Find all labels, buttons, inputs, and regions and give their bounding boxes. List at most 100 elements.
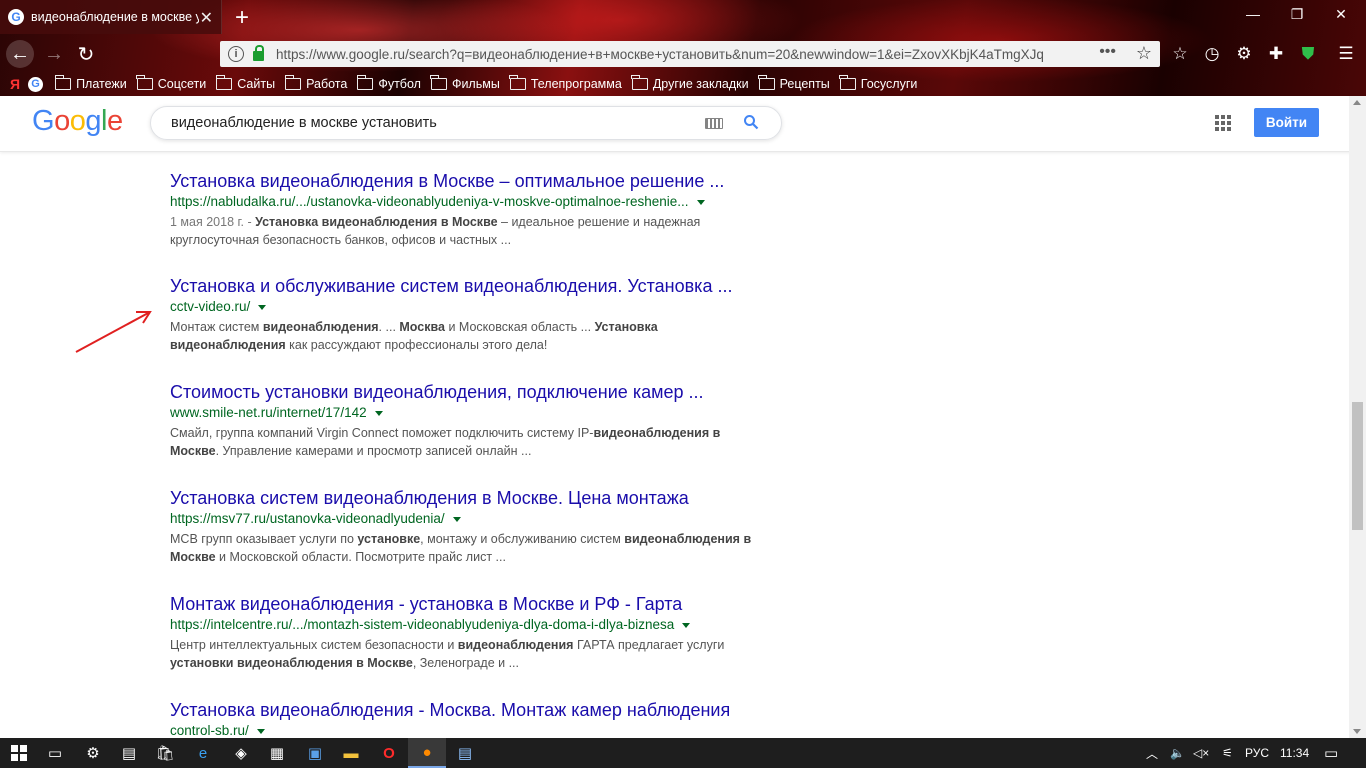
scroll-up-icon[interactable] [1353,100,1361,105]
calculator-icon[interactable]: ▦ [258,738,296,768]
bookmark-label: Работа [306,77,348,91]
menu-icon[interactable]: ☰ [1334,42,1358,66]
bookmark-folder[interactable]: Другие закладки [631,75,749,91]
search-input[interactable]: видеонаблюдение в москве установить [150,106,782,140]
bookmark-folder[interactable]: Работа [284,75,348,91]
bookmark-label: Платежи [76,77,127,91]
yandex-icon[interactable]: Я [10,76,20,92]
result-title-link[interactable]: Монтаж видеонаблюдения - установка в Мос… [170,593,770,615]
result-url-text[interactable]: https://intelcentre.ru/.../montazh-siste… [170,617,674,633]
bookmark-folder[interactable]: Фильмы [430,75,500,91]
result-url: www.smile-net.ru/internet/17/142 [170,405,770,421]
opera-icon[interactable]: O [370,738,408,768]
result-url-text[interactable]: https://msv77.ru/ustanovka-videonadlyude… [170,511,445,527]
notifications-icon[interactable]: ▭ [1324,738,1338,768]
result-url-text[interactable]: control-sb.ru/ [170,723,249,739]
browser-tab[interactable]: G видеонаблюдение в москве у ✕ [0,0,222,34]
network-icon[interactable]: ⚟ [1222,738,1233,768]
sign-in-button[interactable]: Войти [1254,108,1319,137]
bookmark-folder[interactable]: Госуслуги [839,75,918,91]
result-snippet: Монтаж систем видеонаблюдения. ... Москв… [170,320,658,352]
caret-down-icon[interactable] [256,728,265,734]
bookmark-label: Рецепты [779,77,830,91]
start-button[interactable] [0,738,38,768]
bookmarks-bar: Я G Платежи Соцсети Сайты Работа Футбол Фильм… [0,72,1366,96]
folder-icon [136,75,153,90]
app-icon[interactable]: ◈ [222,738,260,768]
settings-icon[interactable]: ⚙ [74,738,112,768]
volume-icon[interactable]: ◁× [1193,738,1209,768]
caret-down-icon[interactable] [682,622,691,628]
task-view-icon[interactable]: ▭ [36,738,74,768]
result-title-link[interactable]: Установка и обслуживание систем видеонаб… [170,275,770,297]
forward-button[interactable]: → [40,40,68,68]
back-button[interactable]: ← [6,40,34,68]
browser-chrome: G видеонаблюдение в москве у ✕ + — ❐ ✕ ←… [0,0,1366,96]
maximize-icon[interactable]: ❐ [1274,6,1320,23]
result-title-link[interactable]: Стоимость установки видеонаблюдения, под… [170,381,770,403]
result-url-text[interactable]: https://nabludalka.ru/.../ustanovka-vide… [170,194,689,210]
url-text[interactable]: https://www.google.ru/search?q=видеонабл… [276,47,1086,62]
result-url-text[interactable]: cctv-video.ru/ [170,299,250,315]
bookmarks-icon[interactable]: ☆ [1168,42,1192,66]
firefox-icon[interactable]: ● [408,738,446,768]
folder-icon [54,75,72,90]
settings-gear-icon[interactable]: ⚙ [1232,42,1256,66]
search-result: Установка и обслуживание систем видеонаб… [170,275,770,354]
vertical-scrollbar[interactable] [1349,96,1366,738]
google-favicon-icon: G [8,9,24,25]
bookmark-folder[interactable]: Соцсети [136,75,206,91]
caret-down-icon[interactable] [696,199,705,205]
bookmark-folder[interactable]: Платежи [54,75,127,91]
bookmark-folder[interactable]: Рецепты [758,75,830,91]
bookmark-label: Футбол [378,77,421,91]
google-bookmark-icon[interactable]: G [28,76,44,92]
bookmark-star-icon[interactable]: ☆ [1136,43,1152,64]
scroll-down-icon[interactable] [1353,729,1361,734]
caret-down-icon[interactable] [374,410,383,416]
bookmark-folder[interactable]: Сайты [215,75,276,91]
result-url: cctv-video.ru/ [170,299,770,315]
result-title-link[interactable]: Установка видеонаблюдения - Москва. Монт… [170,699,770,721]
history-icon[interactable]: ◷ [1200,42,1224,66]
extensions-puzzle-icon[interactable]: ✚ [1264,42,1288,66]
speaker-icon[interactable]: 🔈 [1170,738,1185,768]
search-icon[interactable] [743,114,759,134]
site-info-icon[interactable]: i [228,46,244,62]
scrollbar-thumb[interactable] [1352,402,1363,530]
result-title-link[interactable]: Установка систем видеонаблюдения в Москв… [170,487,770,509]
shield-icon[interactable]: ⛊ [1296,42,1320,66]
bookmark-folder[interactable]: Телепрограмма [509,75,622,91]
result-snippet: МСВ групп оказывает услуги по установке,… [170,532,752,564]
result-title-link[interactable]: Установка видеонаблюдения в Москве – опт… [170,170,770,192]
google-logo[interactable]: Google [32,105,123,138]
folder-icon [284,75,302,90]
logo-letter: g [85,105,101,137]
minimize-icon[interactable]: — [1230,6,1276,22]
address-bar[interactable]: i https://www.google.ru/search?q=видеона… [220,41,1160,67]
app-icon[interactable]: ▣ [296,738,334,768]
language-indicator[interactable]: РУС [1245,738,1269,768]
bookmark-folder[interactable]: Футбол [356,75,421,91]
bookmark-label: Сайты [237,77,276,91]
store-icon[interactable]: 🛍 [146,738,184,768]
notepad-icon[interactable]: ▤ [446,738,484,768]
caret-down-icon[interactable] [258,304,267,310]
clock[interactable]: 11:34 [1280,738,1309,768]
caret-down-icon[interactable] [452,516,461,522]
reload-button[interactable]: ↻ [72,40,100,68]
tray-chevron-icon[interactable]: ︿ [1146,738,1158,768]
logo-letter: o [69,105,86,137]
app-icon[interactable]: ▤ [110,738,148,768]
close-window-icon[interactable]: ✕ [1318,6,1364,23]
search-query[interactable]: видеонаблюдение в москве установить [171,115,437,131]
keyboard-icon[interactable] [705,118,723,129]
bookmark-label: Госуслуги [860,77,918,91]
edge-icon[interactable]: e [184,738,222,768]
new-tab-icon[interactable]: + [230,4,254,32]
apps-grid-icon[interactable] [1215,115,1231,131]
file-explorer-icon[interactable]: ▬ [332,738,370,768]
result-url-text[interactable]: www.smile-net.ru/internet/17/142 [170,405,367,421]
more-icon[interactable]: ••• [1099,43,1116,61]
tab-close-icon[interactable]: ✕ [200,8,213,28]
